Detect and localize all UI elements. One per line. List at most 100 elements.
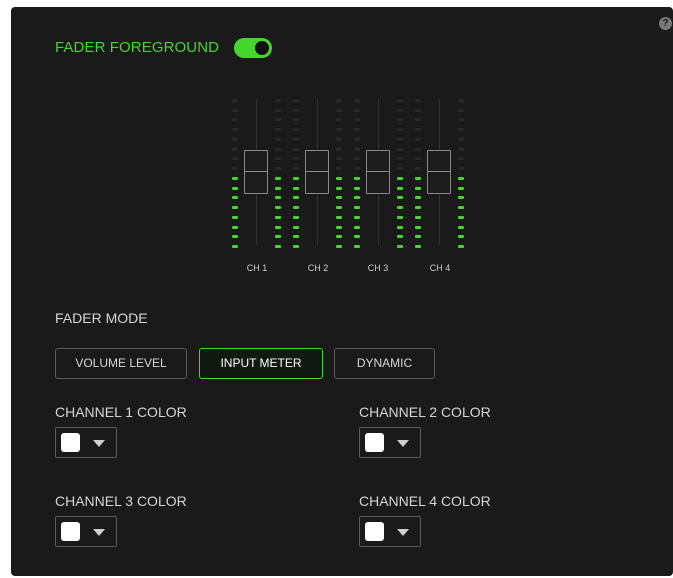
meter-segment bbox=[336, 118, 342, 121]
meter-segment bbox=[458, 118, 464, 121]
meter-segment bbox=[293, 99, 299, 102]
fader-handle bbox=[244, 150, 268, 194]
fader-handle bbox=[305, 150, 329, 194]
meter-segment bbox=[232, 128, 238, 131]
meter-segment bbox=[232, 206, 238, 209]
settings-panel bbox=[11, 7, 673, 576]
meter-segment bbox=[458, 187, 464, 190]
meter-segment bbox=[397, 235, 403, 238]
meter-segment bbox=[397, 109, 403, 112]
meter-segment bbox=[458, 128, 464, 131]
meter-segment bbox=[336, 235, 342, 238]
meter-segment bbox=[397, 177, 403, 180]
channel-3-color-label: CHANNEL 3 COLOR bbox=[55, 493, 187, 509]
meter-segment bbox=[232, 109, 238, 112]
volume-level-button[interactable]: VOLUME LEVEL bbox=[55, 348, 187, 379]
meter-segment bbox=[336, 187, 342, 190]
channel-4-color-picker[interactable] bbox=[359, 516, 421, 547]
meter-segment bbox=[232, 118, 238, 121]
meter-segment bbox=[354, 177, 360, 180]
meter-segment bbox=[336, 157, 342, 160]
meter-segment bbox=[415, 99, 421, 102]
meter-segment bbox=[232, 187, 238, 190]
meter-segment bbox=[415, 167, 421, 170]
meter-segment bbox=[415, 196, 421, 199]
meter-segment bbox=[354, 167, 360, 170]
channel-label-2: CH 2 bbox=[307, 263, 329, 273]
meter-segment bbox=[275, 196, 281, 199]
meter-segment bbox=[354, 187, 360, 190]
meter-segment bbox=[293, 226, 299, 229]
meter-segment bbox=[397, 128, 403, 131]
color-swatch bbox=[61, 522, 80, 541]
meter-segment bbox=[397, 216, 403, 219]
meter-segment bbox=[232, 177, 238, 180]
meter-segment bbox=[458, 177, 464, 180]
meter-segment bbox=[293, 206, 299, 209]
meter-segment bbox=[275, 128, 281, 131]
meter-segment bbox=[458, 167, 464, 170]
channel-1-color-label: CHANNEL 1 COLOR bbox=[55, 404, 187, 420]
meter-segment bbox=[397, 148, 403, 151]
meter-segment bbox=[232, 226, 238, 229]
meter-segment bbox=[293, 245, 299, 248]
meter-segment bbox=[415, 128, 421, 131]
fader-handle bbox=[427, 150, 451, 194]
meter-segment bbox=[458, 138, 464, 141]
meter-segment bbox=[354, 226, 360, 229]
meter-segment bbox=[354, 196, 360, 199]
meter-segment bbox=[232, 196, 238, 199]
input-meter-button[interactable]: INPUT METER bbox=[199, 348, 323, 379]
meter-segment bbox=[275, 167, 281, 170]
meter-segment bbox=[397, 206, 403, 209]
meter-segment bbox=[336, 196, 342, 199]
meter-segment bbox=[275, 216, 281, 219]
channel-2-color-picker[interactable] bbox=[359, 427, 421, 458]
meter-segment bbox=[415, 109, 421, 112]
meter-segment bbox=[415, 216, 421, 219]
meter-segment bbox=[397, 245, 403, 248]
channel-3-color-picker[interactable] bbox=[55, 516, 117, 547]
meter-segment bbox=[354, 118, 360, 121]
meter-segment bbox=[293, 167, 299, 170]
meter-segment bbox=[397, 226, 403, 229]
meter-segment bbox=[293, 148, 299, 151]
meter-segment bbox=[275, 235, 281, 238]
dynamic-button[interactable]: DYNAMIC bbox=[334, 348, 435, 379]
meter-segment bbox=[232, 157, 238, 160]
meter-segment bbox=[415, 118, 421, 121]
meter-segment bbox=[397, 99, 403, 102]
meter-segment bbox=[354, 216, 360, 219]
meter-segment bbox=[232, 148, 238, 151]
meter-segment bbox=[293, 235, 299, 238]
meter-segment bbox=[293, 138, 299, 141]
meter-segment bbox=[336, 128, 342, 131]
meter-segment bbox=[293, 157, 299, 160]
meter-segment bbox=[354, 157, 360, 160]
fader-foreground-toggle[interactable] bbox=[234, 38, 272, 58]
meter-segment bbox=[293, 216, 299, 219]
color-swatch bbox=[365, 433, 384, 452]
meter-segment bbox=[354, 235, 360, 238]
meter-segment bbox=[232, 235, 238, 238]
meter-segment bbox=[232, 99, 238, 102]
meter-segment bbox=[458, 226, 464, 229]
fader-mode-label: FADER MODE bbox=[55, 310, 148, 326]
meter-segment bbox=[354, 148, 360, 151]
meter-segment bbox=[336, 226, 342, 229]
channel-label-3: CH 3 bbox=[367, 263, 389, 273]
meter-segment bbox=[354, 245, 360, 248]
meter-segment bbox=[458, 216, 464, 219]
meter-segment bbox=[275, 157, 281, 160]
meter-segment bbox=[458, 196, 464, 199]
meter-segment bbox=[397, 118, 403, 121]
meter-segment bbox=[232, 245, 238, 248]
meter-segment bbox=[275, 118, 281, 121]
meter-segment bbox=[336, 177, 342, 180]
meter-segment bbox=[293, 187, 299, 190]
channel-1-color-picker[interactable] bbox=[55, 427, 117, 458]
meter-segment bbox=[354, 109, 360, 112]
meter-segment bbox=[293, 177, 299, 180]
meter-segment bbox=[336, 245, 342, 248]
help-icon[interactable]: ? bbox=[659, 17, 672, 30]
